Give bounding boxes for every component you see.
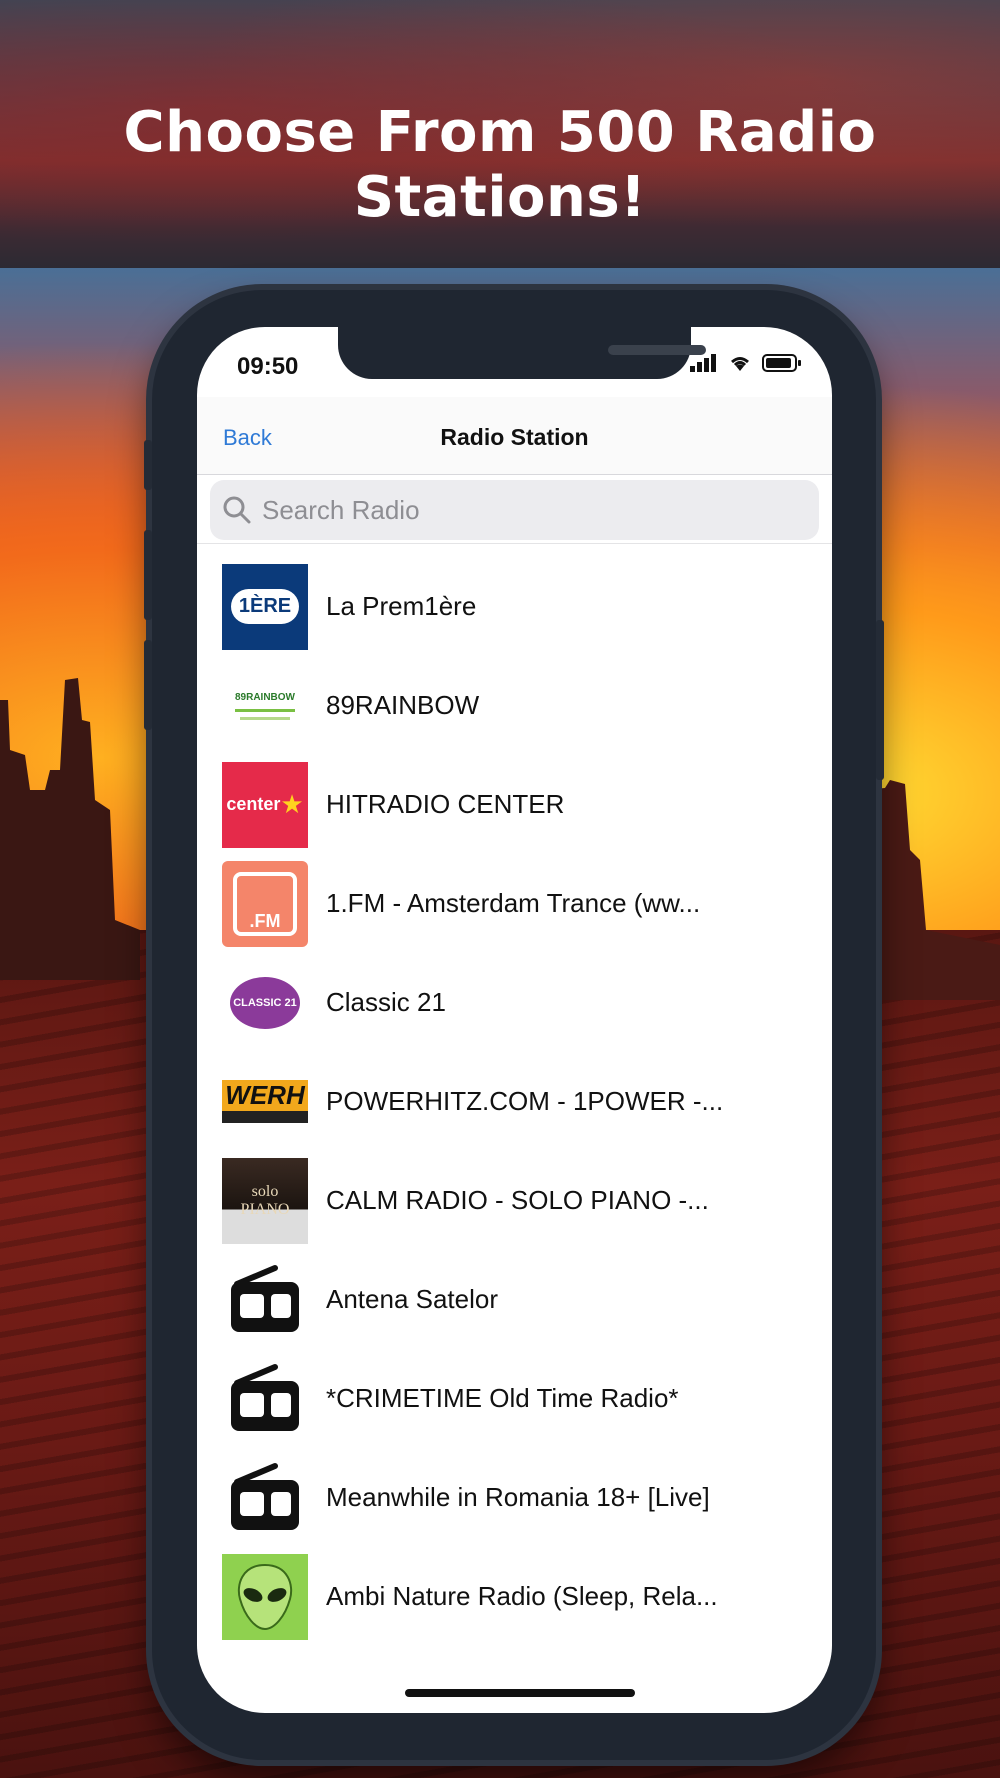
- search-bar[interactable]: [210, 480, 819, 540]
- navigation-bar: Back Radio Station: [197, 397, 832, 475]
- radio-icon: [222, 1257, 308, 1343]
- search-icon: [223, 496, 251, 524]
- alien-logo: [222, 1553, 308, 1640]
- phone-screen: 09:50 Back Radio Station Search Radio 1È…: [197, 327, 832, 1713]
- 1fm-logo: .FM: [222, 860, 308, 947]
- powerhitz-logo: WERH: [222, 1058, 308, 1145]
- station-row[interactable]: CLASSIC 21 Classic 21: [197, 953, 832, 1052]
- station-list: 1ÈRE La Prem1ère 89RAINBOW 89RAINBOW cen…: [197, 557, 832, 1646]
- phone-frame: 09:50 Back Radio Station Search Radio 1È…: [144, 290, 884, 1760]
- station-row[interactable]: Ambi Nature Radio (Sleep, Rela...: [197, 1547, 832, 1646]
- station-name: POWERHITZ.COM - 1POWER -...: [326, 1086, 724, 1116]
- page-title: Radio Station: [440, 424, 589, 450]
- 89rainbow-logo: 89RAINBOW: [222, 662, 308, 749]
- volume-up-button: [144, 530, 152, 620]
- station-name: La Prem1ère: [326, 591, 477, 621]
- hitradio-center-logo: center ★: [222, 761, 308, 848]
- station-name: Antena Satelor: [326, 1284, 499, 1314]
- star-icon: ★: [280, 789, 304, 819]
- station-row[interactable]: Meanwhile in Romania 18+ [Live]: [197, 1448, 832, 1547]
- classic21-logo: CLASSIC 21: [222, 959, 308, 1046]
- station-name: CALM RADIO - SOLO PIANO -...: [326, 1185, 709, 1215]
- station-name: Ambi Nature Radio (Sleep, Rela...: [326, 1581, 718, 1611]
- station-name: 89RAINBOW: [326, 690, 480, 720]
- station-row[interactable]: Antena Satelor: [197, 1250, 832, 1349]
- solo-piano-logo: solo PIANO: [222, 1157, 308, 1244]
- radio-icon: [222, 1356, 308, 1442]
- volume-down-button: [144, 640, 152, 730]
- status-icons: [690, 353, 802, 373]
- station-name: *CRIMETIME Old Time Radio*: [326, 1383, 679, 1413]
- station-row[interactable]: WERH POWERHITZ.COM - 1POWER -...: [197, 1052, 832, 1151]
- station-row[interactable]: 89RAINBOW 89RAINBOW: [197, 656, 832, 755]
- home-indicator[interactable]: [405, 1689, 635, 1697]
- station-name: HITRADIO CENTER: [326, 789, 565, 819]
- station-row[interactable]: solo PIANO CALM RADIO - SOLO PIANO -...: [197, 1151, 832, 1250]
- station-row[interactable]: 1ÈRE La Prem1ère: [197, 557, 832, 656]
- station-name: Classic 21: [326, 987, 446, 1017]
- notch: [338, 327, 706, 379]
- battery-icon: [762, 354, 801, 372]
- butte-right-image: [860, 780, 1000, 1000]
- power-button: [876, 620, 884, 780]
- radio-icon: [222, 1455, 308, 1541]
- station-name: 1.FM - Amsterdam Trance (ww...: [326, 888, 701, 918]
- wifi-icon: [731, 357, 749, 371]
- station-row[interactable]: center ★ HITRADIO CENTER: [197, 755, 832, 854]
- status-time: 09:50: [237, 353, 299, 380]
- station-row[interactable]: *CRIMETIME Old Time Radio*: [197, 1349, 832, 1448]
- la-premiere-logo: 1ÈRE: [222, 563, 308, 650]
- search-input[interactable]: [260, 493, 784, 527]
- search-bar-container: [197, 475, 832, 544]
- butte-left-image: [0, 678, 140, 980]
- cellular-signal-icon: [690, 354, 716, 372]
- station-name: Meanwhile in Romania 18+ [Live]: [326, 1482, 710, 1512]
- mute-switch: [144, 440, 152, 490]
- station-row[interactable]: .FM 1.FM - Amsterdam Trance (ww...: [197, 854, 832, 953]
- promo-headline: Choose From 500 Radio Stations!: [123, 100, 877, 230]
